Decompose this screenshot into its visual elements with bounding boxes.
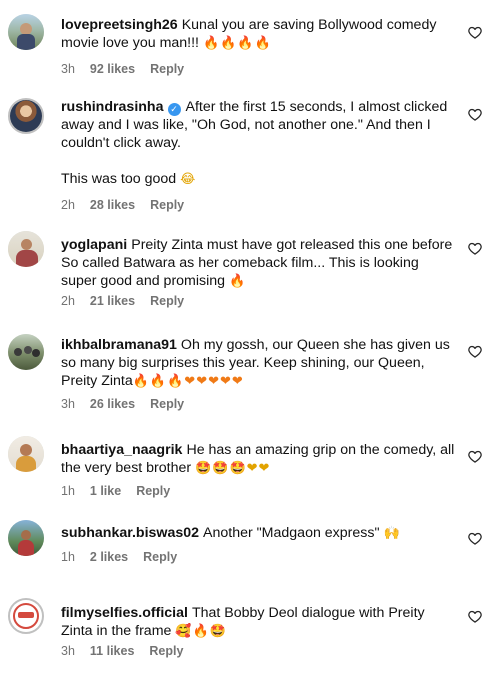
heart-outline-icon[interactable] (468, 345, 482, 358)
comment-time: 2h (61, 198, 75, 212)
heart-outline-icon[interactable] (468, 26, 482, 39)
comment-time: 1h (61, 550, 75, 564)
comment-meta: 1h 2 likes Reply (61, 549, 192, 565)
verified-badge-icon: ✓ (167, 103, 181, 116)
comment-meta: 3h 11 likes Reply (61, 643, 198, 659)
comment-text: yoglapani Preity Zinta must have got rele… (61, 236, 456, 291)
comment-meta: 2h 21 likes Reply (61, 293, 199, 309)
reply-button[interactable]: Reply (150, 62, 184, 76)
comment-meta: 3h 92 likes Reply (61, 61, 199, 77)
avatar[interactable] (8, 98, 44, 134)
likes-count[interactable]: 26 likes (90, 397, 135, 411)
likes-count[interactable]: 2 likes (90, 550, 128, 564)
comment-text: rushindrasinha ✓ After the first 15 second… (61, 98, 456, 189)
comment-emojis: 🥰🔥🤩 (175, 624, 227, 639)
reply-button[interactable]: Reply (150, 294, 184, 308)
reply-button[interactable]: Reply (150, 198, 184, 212)
comment-text: filmyselfies.official That Bobby Deol dia… (61, 604, 456, 641)
avatar[interactable] (8, 436, 44, 472)
avatar[interactable] (8, 520, 44, 556)
reply-button[interactable]: Reply (136, 484, 170, 498)
comment-time: 3h (61, 644, 75, 658)
comment-time: 3h (61, 397, 75, 411)
likes-count[interactable]: 11 likes (90, 644, 135, 658)
likes-count[interactable]: 21 likes (90, 294, 135, 308)
comment-text: subhankar.biswas02 Another "Madgaon expre… (61, 524, 456, 543)
comment-username[interactable]: bhaartiya_naagrik (61, 442, 182, 458)
heart-outline-icon[interactable] (468, 108, 482, 121)
comment-time: 3h (61, 62, 75, 76)
comment-username[interactable]: rushindrasinha (61, 99, 164, 115)
comment-username[interactable]: yoglapani (61, 237, 127, 253)
comment-emojis: 🤩🤩🤩❤❤ (195, 461, 271, 476)
comment-text: lovepreetsingh26 Kunal you are saving Bol… (61, 16, 456, 53)
comment-text: ikhbalbramana91 Oh my gossh, our Queen sh… (61, 336, 456, 391)
reply-button[interactable]: Reply (143, 550, 177, 564)
heart-outline-icon[interactable] (468, 610, 482, 623)
avatar[interactable] (8, 231, 44, 267)
comment-username[interactable]: subhankar.biswas02 (61, 525, 199, 541)
avatar[interactable] (8, 334, 44, 370)
comment-emojis: 🔥🔥🔥❤❤❤❤❤ (132, 374, 244, 389)
comment-meta: 2h 28 likes Reply (61, 197, 199, 213)
comment-username[interactable]: filmyselfies.official (61, 605, 188, 621)
heart-outline-icon[interactable] (468, 532, 482, 545)
comment-username[interactable]: lovepreetsingh26 (61, 17, 178, 33)
comment-meta: 1h 1 like Reply (61, 483, 185, 499)
comment-body: Another "Madgaon express" (203, 525, 380, 541)
comment-time: 2h (61, 294, 75, 308)
reply-button[interactable]: Reply (149, 644, 183, 658)
reply-button[interactable]: Reply (150, 397, 184, 411)
comment-meta: 3h 26 likes Reply (61, 396, 199, 412)
comment-username[interactable]: ikhbalbramana91 (61, 337, 177, 353)
likes-count[interactable]: 28 likes (90, 198, 135, 212)
comment-emojis: 🔥🔥🔥🔥 (202, 36, 272, 51)
heart-outline-icon[interactable] (468, 242, 482, 255)
avatar[interactable] (8, 598, 44, 634)
comment-time: 1h (61, 484, 75, 498)
comment-emojis: 😂 (180, 172, 197, 187)
avatar[interactable] (8, 14, 44, 50)
comment-emojis: 🙌 (383, 526, 401, 541)
comment-text: bhaartiya_naagrik He has an amazing grip … (61, 441, 456, 478)
likes-count[interactable]: 1 like (90, 484, 121, 498)
likes-count[interactable]: 92 likes (90, 62, 135, 76)
heart-outline-icon[interactable] (468, 450, 482, 463)
comment-body-line-2: This was too good (61, 171, 177, 187)
comment-emojis: 🔥 (229, 274, 247, 289)
